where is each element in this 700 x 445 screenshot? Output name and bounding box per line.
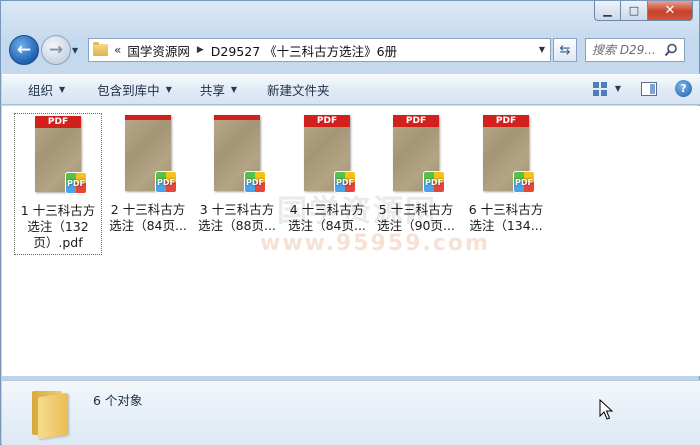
- refresh-button[interactable]: ⇆: [553, 38, 577, 62]
- file-item[interactable]: PDF PDF 6 十三科古方选注（134...: [462, 113, 550, 255]
- chevron-down-icon: ▼: [72, 45, 79, 55]
- file-name: 6 十三科古方选注（134...: [468, 202, 544, 233]
- breadcrumb-item[interactable]: D29527 《十三科古方选注》6册: [211, 41, 397, 60]
- pdf-icon: PDF: [423, 171, 445, 193]
- file-item[interactable]: PDF PDF 1 十三科古方选注（132页）.pdf: [14, 113, 102, 255]
- pdf-icon: PDF: [65, 172, 87, 194]
- chevron-down-icon: ▼: [59, 85, 66, 94]
- mouse-cursor-icon: [599, 399, 613, 420]
- pdf-thumbnail: PDF PDF: [393, 115, 445, 193]
- maximize-button[interactable]: □: [621, 1, 648, 21]
- chevron-down-icon: ▼: [165, 85, 172, 94]
- pdf-icon: PDF: [244, 171, 266, 193]
- arrow-left-icon: ←: [16, 40, 32, 60]
- file-item[interactable]: PDF PDF 5 十三科古方选注（90页...: [372, 113, 460, 255]
- pdf-thumbnail: PDF: [214, 115, 266, 193]
- chevron-down-icon: ▼: [230, 85, 238, 94]
- minimize-button[interactable]: ▁: [594, 1, 621, 21]
- explorer-window: ▁ □ ✕ ← → ▼ « 国学资源网 ▶ D29527 《十三科古方选注》6册…: [0, 0, 700, 445]
- address-bar[interactable]: « 国学资源网 ▶ D29527 《十三科古方选注》6册 ▼: [88, 38, 551, 62]
- breadcrumb-separator-icon[interactable]: ▶: [197, 45, 204, 55]
- organize-label: 组织: [28, 83, 54, 98]
- breadcrumb-overflow[interactable]: «: [114, 43, 121, 57]
- folder-icon: [93, 42, 108, 56]
- pdf-band: [125, 115, 171, 120]
- search-input[interactable]: [592, 43, 666, 57]
- share-menu[interactable]: 共享 ▼: [188, 75, 249, 104]
- change-view-icon[interactable]: [592, 81, 607, 96]
- file-name: 3 十三科古方选注（88页...: [198, 202, 276, 233]
- pdf-thumbnail: PDF PDF: [35, 116, 87, 194]
- command-bar: 组织 ▼ 包含到库中 ▼ 共享 ▼ 新建文件夹 ▼ ?: [2, 74, 700, 105]
- details-pane: 6 个对象: [2, 380, 700, 445]
- breadcrumb-item[interactable]: 国学资源网: [127, 41, 190, 60]
- new-folder-button[interactable]: 新建文件夹: [255, 75, 342, 104]
- pdf-thumbnail: PDF: [125, 115, 177, 193]
- address-dropdown-icon[interactable]: ▼: [539, 45, 545, 54]
- pdf-icon: PDF: [513, 171, 535, 193]
- pdf-thumbnail: PDF PDF: [304, 115, 356, 193]
- file-name: 5 十三科古方选注（90页...: [377, 202, 455, 233]
- include-in-library-label: 包含到库中: [97, 83, 160, 98]
- file-name: 1 十三科古方选注（132页）.pdf: [20, 203, 96, 250]
- help-icon[interactable]: ?: [675, 80, 692, 97]
- pdf-thumbnail: PDF PDF: [483, 115, 535, 193]
- pdf-icon: PDF: [334, 171, 356, 193]
- close-button[interactable]: ✕: [648, 1, 693, 21]
- file-item[interactable]: PDF 2 十三科古方选注（84页...: [104, 113, 192, 255]
- search-box[interactable]: [585, 38, 685, 62]
- item-count: 6 个对象: [93, 393, 143, 408]
- forward-button[interactable]: →: [41, 35, 71, 65]
- organize-menu[interactable]: 组织 ▼: [2, 75, 77, 104]
- include-in-library-menu[interactable]: 包含到库中 ▼: [85, 75, 184, 104]
- pdf-band: [214, 115, 260, 120]
- pdf-band: PDF: [483, 115, 529, 127]
- pdf-band: PDF: [304, 115, 350, 127]
- refresh-icon: ⇆: [559, 42, 571, 58]
- search-icon[interactable]: [664, 43, 678, 57]
- file-item[interactable]: PDF 3 十三科古方选注（88页...: [193, 113, 281, 255]
- arrow-right-icon: →: [48, 40, 64, 60]
- navigation-bar: ← → ▼ « 国学资源网 ▶ D29527 《十三科古方选注》6册 ▼ ⇆: [9, 33, 693, 67]
- recent-pages-dropdown[interactable]: ▼: [72, 46, 82, 55]
- folder-icon: [32, 387, 72, 440]
- file-name: 4 十三科古方选注（84页...: [288, 202, 366, 233]
- file-list-area[interactable]: 国学资源网 www.95959.com PDF PDF 1 十三科古方选注（13…: [2, 106, 700, 376]
- pdf-band: PDF: [35, 116, 81, 128]
- pdf-icon: PDF: [155, 171, 177, 193]
- view-options-dropdown-icon[interactable]: ▼: [615, 84, 621, 93]
- pdf-band: PDF: [393, 115, 439, 127]
- new-folder-label: 新建文件夹: [267, 83, 330, 98]
- back-button[interactable]: ←: [9, 35, 39, 65]
- preview-pane-icon[interactable]: [641, 81, 657, 96]
- file-item[interactable]: PDF PDF 4 十三科古方选注（84页...: [283, 113, 371, 255]
- file-name: 2 十三科古方选注（84页...: [109, 202, 187, 233]
- caption-buttons: ▁ □ ✕: [594, 1, 693, 21]
- view-controls: ▼ ?: [592, 80, 692, 97]
- share-label: 共享: [199, 83, 225, 98]
